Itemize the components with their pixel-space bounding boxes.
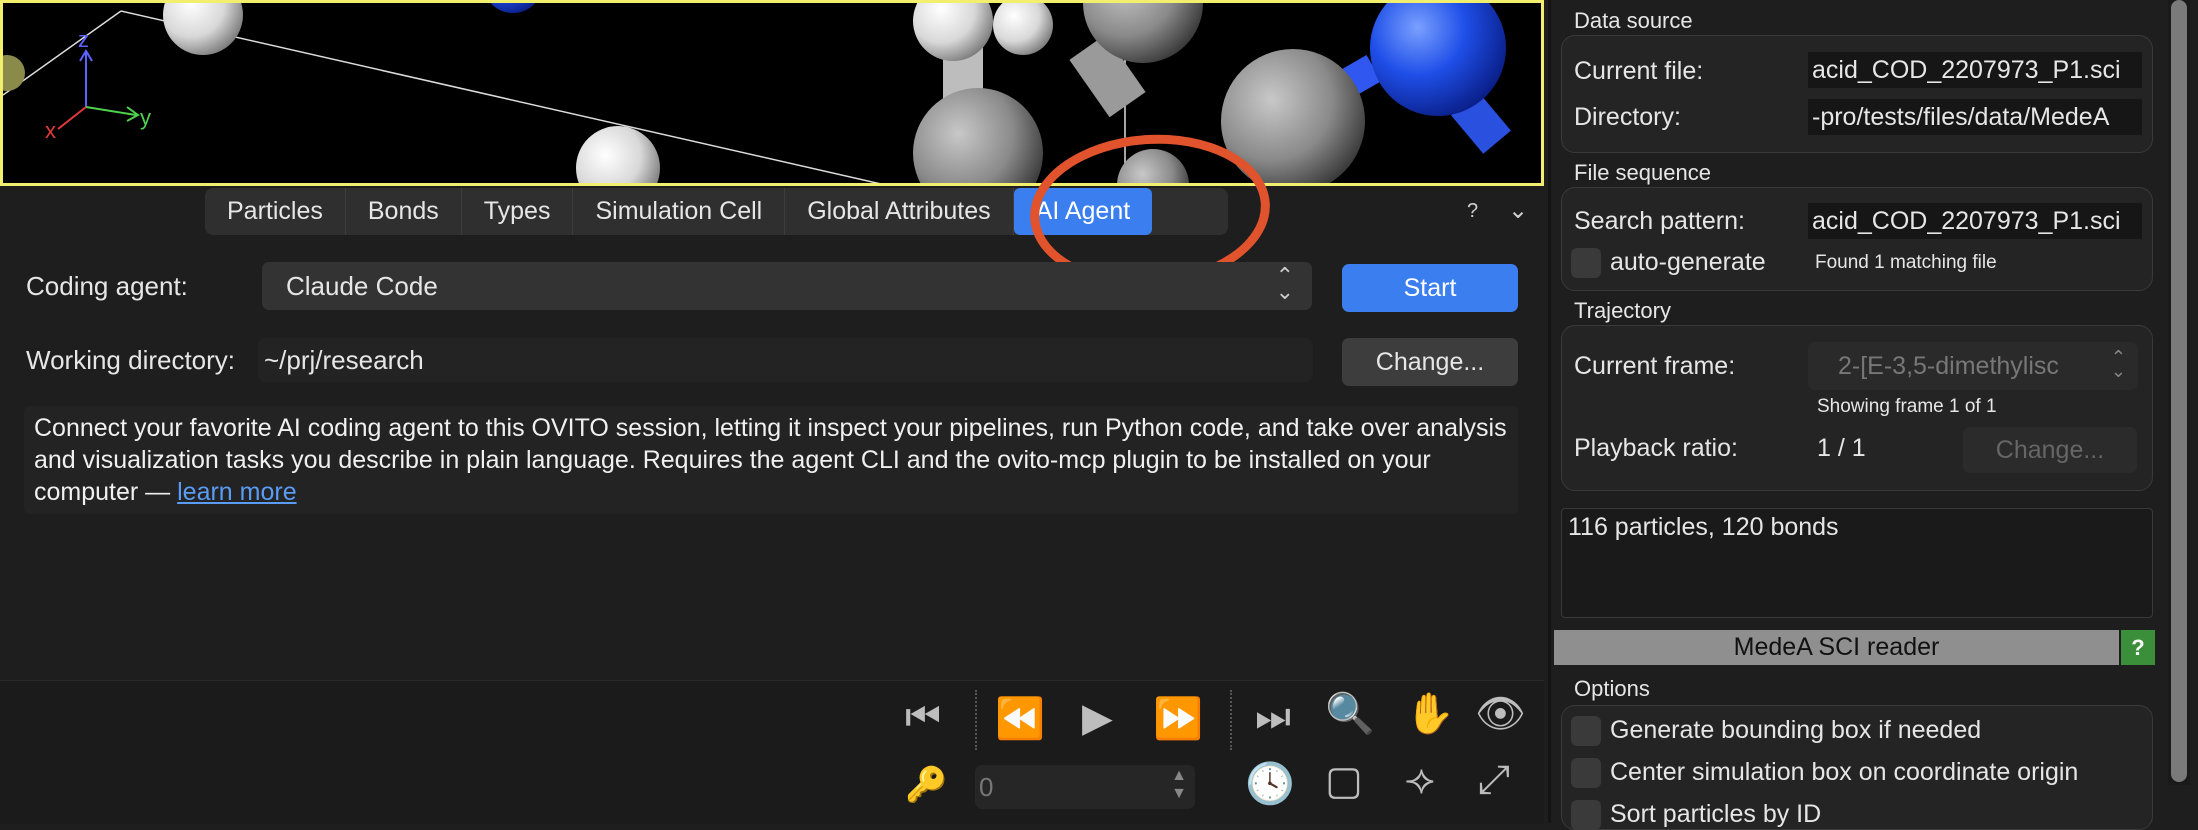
data-source-title: Data source	[1574, 8, 1693, 33]
playback-change-button[interactable]: Change...	[1963, 427, 2137, 473]
chevron-down-icon[interactable]: ⌄	[1508, 196, 1528, 225]
playback-ratio-label: Playback ratio:	[1574, 434, 1738, 462]
start-button[interactable]: Start	[1342, 264, 1518, 312]
option-sort-particles-label: Sort particles by ID	[1610, 800, 1822, 828]
agent-description: Connect your favorite AI coding agent to…	[24, 406, 1518, 514]
current-frame-label: Current frame:	[1574, 352, 1736, 380]
sort-particles-checkbox[interactable]	[1571, 800, 1601, 830]
field-of-view-icon[interactable]: ⟢	[1405, 758, 1435, 803]
tab-bonds[interactable]: Bonds	[346, 188, 462, 235]
axis-x-label: x	[45, 118, 56, 143]
current-frame-value: 2-[E-3,5-dimethylisc	[1838, 352, 2059, 380]
status-text: 116 particles, 120 bonds	[1568, 513, 1839, 541]
3d-viewport[interactable]: z y x	[0, 0, 1544, 186]
learn-more-link[interactable]: learn more	[177, 478, 297, 506]
maximize-viewport-icon[interactable]: ⤢	[1478, 758, 1510, 803]
found-files-text: Found 1 matching file	[1815, 252, 1997, 273]
current-frame-select[interactable]: 2-[E-3,5-dimethylisc ⌃ ⌄	[1808, 342, 2138, 390]
zoom-icon[interactable]: 🔍	[1325, 690, 1375, 737]
updown-chevron-icon: ⌃ ⌄	[2110, 347, 2126, 381]
working-directory-field[interactable]: ~/prj/research	[258, 338, 1313, 382]
search-pattern-field[interactable]: acid_COD_2207973_P1.sci	[1808, 203, 2142, 239]
animation-toolbar	[0, 680, 1544, 824]
toolbar-divider	[975, 690, 977, 750]
coding-agent-label: Coding agent:	[26, 271, 188, 301]
frame-value: 0	[979, 772, 994, 802]
toolbar-divider	[1230, 690, 1232, 750]
jump-to-end-icon[interactable]: ⏭	[1255, 695, 1291, 740]
option-center-box-label: Center simulation box on coordinate orig…	[1610, 758, 2079, 786]
option-bounding-box-label: Generate bounding box if needed	[1610, 716, 1982, 744]
scrollbar-thumb[interactable]	[2171, 0, 2187, 782]
animation-key-icon[interactable]: 🔑	[905, 765, 947, 805]
directory-label: Directory:	[1574, 103, 1681, 131]
help-button[interactable]: ?	[1467, 200, 1478, 223]
auto-generate-label: auto-generate	[1610, 248, 1766, 276]
trajectory-title: Trajectory	[1574, 298, 1671, 323]
orbit-eye-icon[interactable]: 👁	[1475, 690, 1526, 737]
reader-title: MedeA SCI reader	[1733, 633, 1940, 661]
current-file-label: Current file:	[1574, 57, 1704, 85]
axis-y-label: y	[140, 105, 151, 130]
jump-to-start-icon[interactable]: ⏮	[905, 695, 941, 740]
file-sequence-title: File sequence	[1574, 160, 1711, 185]
tab-global-attributes[interactable]: Global Attributes	[785, 188, 1014, 235]
perspective-cube-icon[interactable]: ▢	[1325, 758, 1363, 804]
step-backward-icon[interactable]: ⏪	[995, 695, 1045, 742]
play-icon[interactable]: ▶	[1082, 695, 1113, 741]
directory-value: -pro/tests/files/data/MedeA	[1808, 99, 2142, 135]
search-pattern-label: Search pattern:	[1574, 207, 1745, 235]
coding-agent-select[interactable]: Claude Code ⌃ ⌄	[262, 262, 1312, 310]
auto-generate-checkbox[interactable]	[1571, 248, 1601, 278]
tab-simulation-cell[interactable]: Simulation Cell	[573, 188, 786, 235]
axis-z-label: z	[78, 27, 89, 52]
working-directory-label: Working directory:	[26, 345, 236, 375]
pan-hand-icon[interactable]: ✋	[1405, 690, 1455, 737]
options-title: Options	[1574, 676, 1650, 701]
coding-agent-value: Claude Code	[286, 271, 438, 301]
showing-frame-text: Showing frame 1 of 1	[1817, 396, 1997, 417]
tab-particles[interactable]: Particles	[205, 188, 346, 235]
change-directory-button[interactable]: Change...	[1342, 338, 1518, 386]
reader-help-button[interactable]: ?	[2121, 630, 2155, 665]
playback-ratio-value: 1 / 1	[1817, 434, 1866, 462]
current-file-value: acid_COD_2207973_P1.sci	[1808, 52, 2142, 88]
frame-spinner[interactable]: 0 ▲ ▼	[975, 765, 1195, 809]
center-box-checkbox[interactable]	[1571, 758, 1601, 788]
tab-types[interactable]: Types	[462, 188, 574, 235]
updown-chevron-icon: ⌃ ⌄	[1275, 263, 1294, 304]
working-directory-value: ~/prj/research	[264, 345, 424, 375]
step-forward-icon[interactable]: ⏩	[1153, 695, 1203, 742]
clock-icon[interactable]: 🕓	[1245, 760, 1295, 807]
bounding-box-checkbox[interactable]	[1571, 716, 1601, 746]
spinner-arrows-icon: ▲ ▼	[1171, 767, 1187, 802]
